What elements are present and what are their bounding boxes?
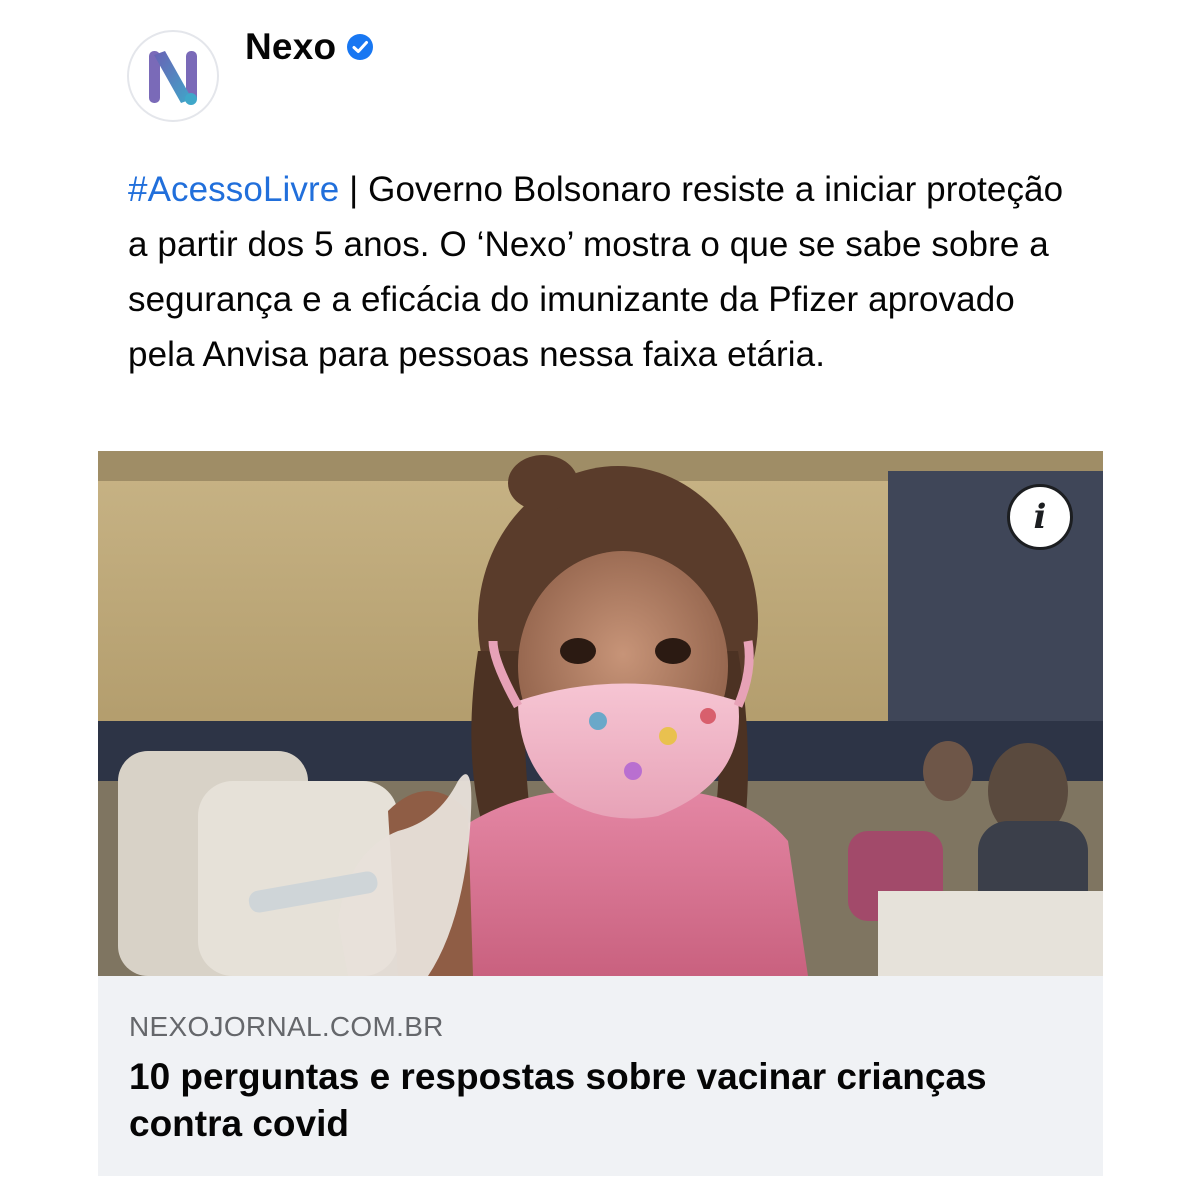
link-preview-image[interactable]: i: [98, 451, 1103, 976]
link-card-meta: NEXOJORNAL.COM.BR 10 perguntas e respost…: [129, 1011, 1079, 1147]
page-name[interactable]: Nexo: [245, 26, 336, 68]
nexo-logo-icon: [149, 51, 197, 105]
child-vaccination-photo: [98, 451, 1103, 976]
link-domain: NEXOJORNAL.COM.BR: [129, 1011, 444, 1042]
page-avatar[interactable]: [127, 30, 219, 122]
link-title[interactable]: 10 perguntas e respostas sobre vacinar c…: [129, 1053, 1079, 1147]
info-button[interactable]: i: [1007, 484, 1073, 550]
page-name-row: Nexo: [245, 26, 374, 68]
verified-badge-icon: [347, 34, 374, 60]
link-preview-card[interactable]: i NEXOJORNAL.COM.BR 10 perguntas e respo…: [98, 451, 1103, 1176]
facebook-post: Nexo #AcessoLivre | Governo Bolsonaro re…: [0, 0, 1200, 1200]
hashtag-link[interactable]: #AcessoLivre: [128, 170, 339, 209]
post-caption: #AcessoLivre | Governo Bolsonaro resiste…: [128, 162, 1088, 382]
info-icon: i: [1033, 497, 1047, 537]
